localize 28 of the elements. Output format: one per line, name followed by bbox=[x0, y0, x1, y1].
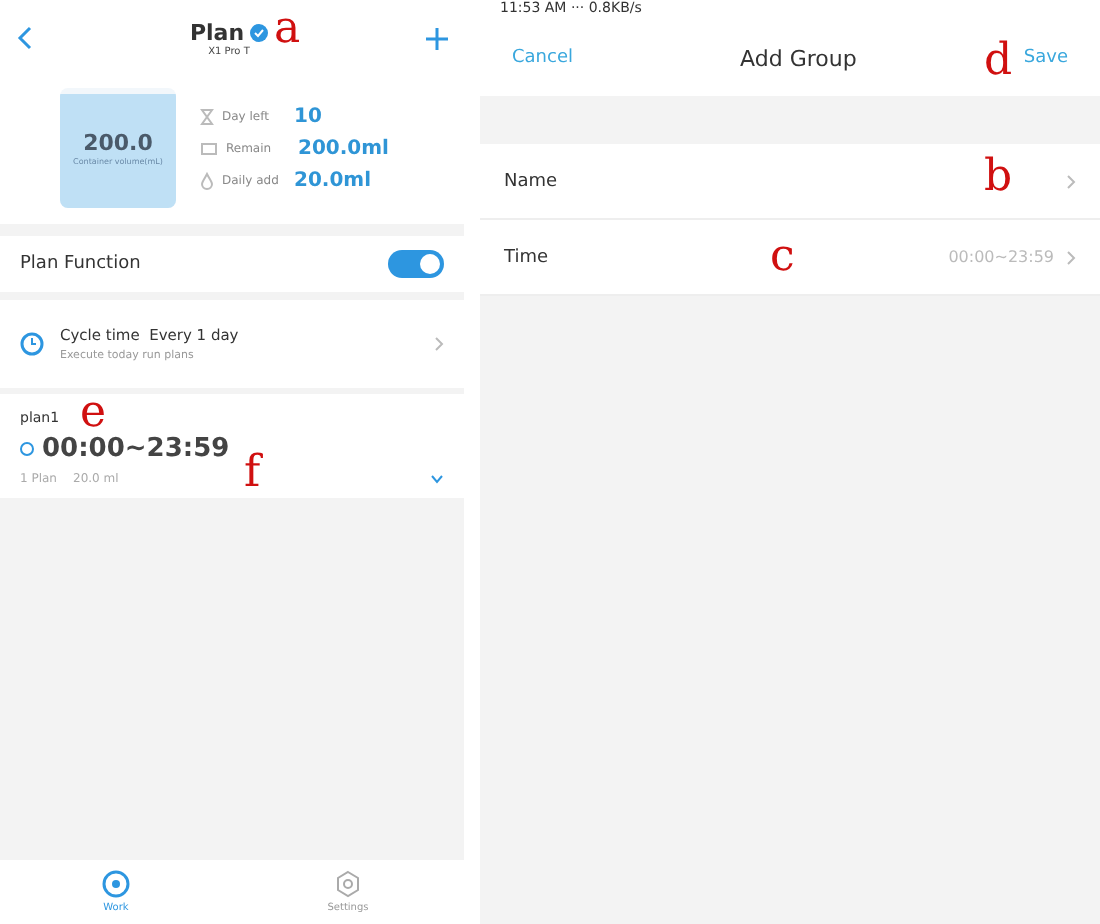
annotation-letter: a bbox=[274, 8, 301, 52]
page-title: Add Group bbox=[740, 45, 857, 71]
page-title: Plan bbox=[189, 19, 245, 45]
row-label: Time bbox=[504, 247, 549, 267]
volume-value: 200.0 bbox=[83, 130, 153, 156]
settings-icon bbox=[334, 870, 362, 898]
chevron-right-icon bbox=[1066, 173, 1076, 189]
annotation-letter: d bbox=[984, 40, 1013, 84]
plus-icon[interactable] bbox=[426, 27, 448, 49]
stat-value: 20.0ml bbox=[294, 169, 372, 191]
toggle-switch[interactable] bbox=[388, 250, 444, 278]
annotation-letter: f bbox=[244, 452, 261, 496]
annotation-letter: e bbox=[80, 392, 107, 436]
target-icon bbox=[102, 870, 130, 898]
back-icon[interactable] bbox=[16, 26, 32, 50]
chevron-down-icon[interactable] bbox=[430, 474, 444, 484]
annotation-letter: c bbox=[770, 236, 795, 280]
drop-icon bbox=[200, 171, 214, 189]
stat-value: 10 bbox=[294, 105, 322, 127]
chevron-right-icon bbox=[1066, 249, 1076, 265]
row-value: 00:00~23:59 bbox=[948, 248, 1054, 266]
annotation-letter: b bbox=[984, 156, 1013, 200]
row-label: Name bbox=[504, 171, 558, 191]
hourglass-icon bbox=[200, 107, 214, 125]
plan-function-label: Plan Function bbox=[20, 254, 141, 274]
plan-time: 00:00~23:59 bbox=[42, 434, 230, 464]
stat-value: 200.0ml bbox=[298, 137, 389, 159]
chevron-right-icon bbox=[434, 336, 444, 352]
